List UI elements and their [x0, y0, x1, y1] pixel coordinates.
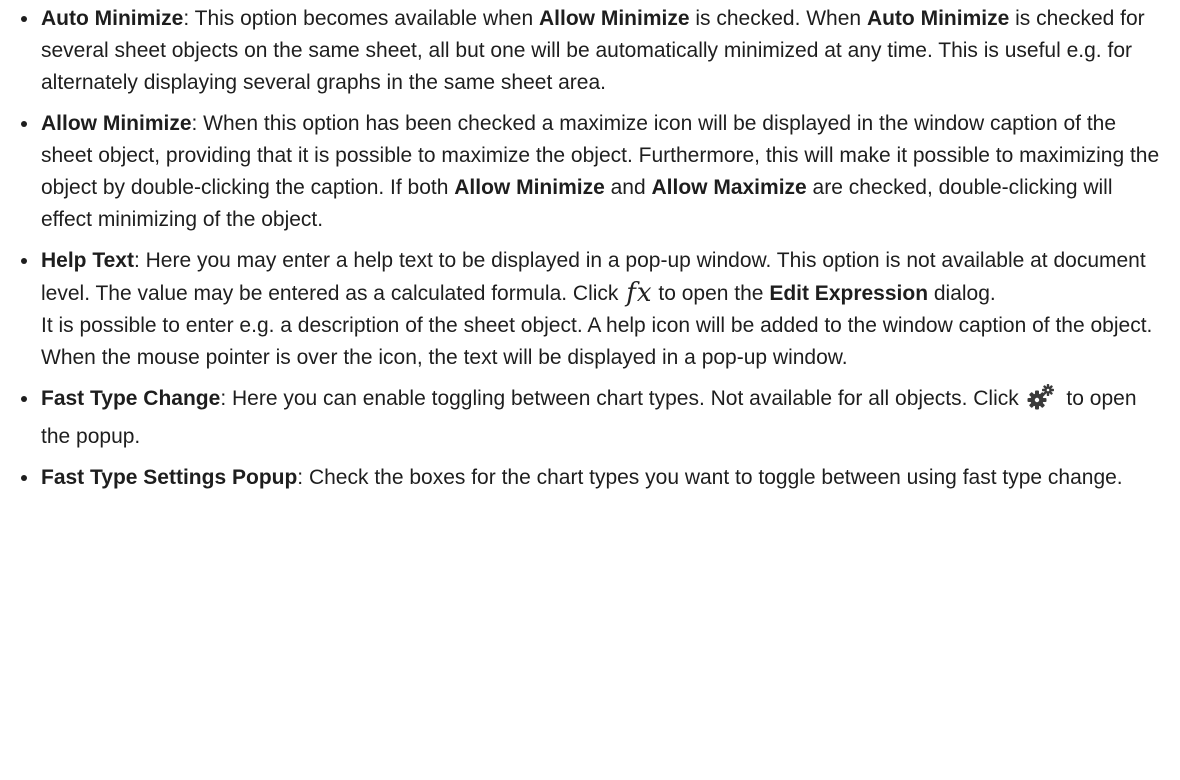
bold-edit-expression: Edit Expression: [769, 282, 929, 305]
options-list: Auto Minimize: This option becomes avail…: [14, 3, 1166, 494]
list-item-allow-minimize: Allow Minimize: When this option has bee…: [14, 108, 1166, 236]
text: : This option becomes available when: [183, 7, 539, 30]
text: and: [604, 176, 652, 199]
list-item-fast-type-settings-popup: Fast Type Settings Popup: Check the boxe…: [14, 462, 1166, 494]
bold-allow-minimize: Allow Minimize: [539, 7, 690, 30]
list-item-fast-type-change: Fast Type Change: Here you can enable to…: [14, 383, 1166, 453]
term-fast-type-change: Fast Type Change: [41, 387, 221, 410]
term-help-text: Help Text: [41, 249, 134, 272]
bold-allow-maximize: Allow Maximize: [651, 176, 807, 199]
text: : Check the boxes for the chart types yo…: [297, 466, 1123, 489]
text: to open the: [652, 282, 770, 305]
term-allow-minimize: Allow Minimize: [41, 112, 192, 135]
list-item-help-text: Help Text: Here you may enter a help tex…: [14, 245, 1166, 374]
help-text-paragraph: It is possible to enter e.g. a descripti…: [41, 314, 1153, 369]
text: dialog.: [928, 282, 996, 305]
list-item-auto-minimize: Auto Minimize: This option becomes avail…: [14, 3, 1166, 99]
gear-icon: [1027, 383, 1055, 421]
text: is checked. When: [689, 7, 867, 30]
term-auto-minimize: Auto Minimize: [41, 7, 184, 30]
bold-auto-minimize: Auto Minimize: [866, 7, 1010, 30]
term-fast-type-settings-popup: Fast Type Settings Popup: [41, 466, 298, 489]
bold-allow-minimize: Allow Minimize: [454, 176, 605, 199]
document-body: Auto Minimize: This option becomes avail…: [0, 0, 1180, 494]
text: : Here you can enable toggling between c…: [220, 387, 1025, 410]
fx-icon: fx: [626, 278, 653, 308]
